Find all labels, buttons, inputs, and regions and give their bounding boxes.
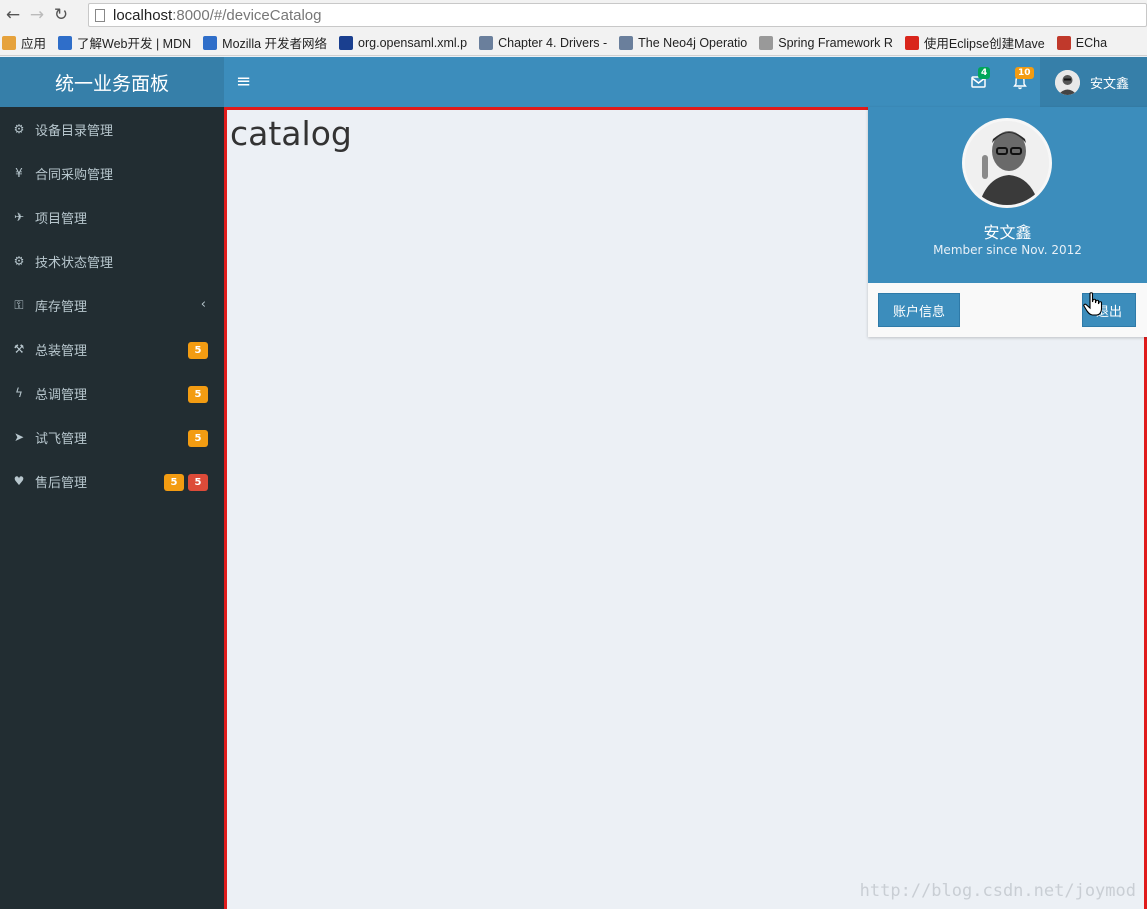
sidebar-item[interactable]: ♥ 售后管理 5 5 xyxy=(0,459,224,503)
avatar xyxy=(1055,69,1080,95)
gavel-icon: ⚒ xyxy=(13,342,25,356)
bookmark-favicon-icon xyxy=(339,35,354,50)
sidebar-item-label: 售后管理 xyxy=(35,475,88,491)
bookmark-label: The Neo4j Operatio xyxy=(638,35,748,50)
count-badge: 5 xyxy=(188,430,208,447)
count-badge: 5 xyxy=(164,474,184,491)
bookmark-item[interactable]: 了解Web开发 | MDN xyxy=(58,33,191,52)
cubes-icon: ⚙ xyxy=(13,122,25,136)
count-badge: 5 xyxy=(188,474,208,491)
plane-icon: ✈ xyxy=(13,210,25,224)
member-since: Member since Nov. 2012 xyxy=(933,243,1082,257)
bookmark-item[interactable]: ECha xyxy=(1056,35,1108,50)
sidebar-item[interactable]: ⚙ 技术状态管理 xyxy=(0,239,224,283)
sidebar-item[interactable]: ¥ 合同采购管理 xyxy=(0,151,224,195)
notifications-count-badge: 10 xyxy=(1015,67,1034,79)
bookmark-item[interactable]: The Neo4j Operatio xyxy=(619,35,748,50)
app-logo[interactable]: 统一业务面板 xyxy=(0,57,224,107)
bookmark-label: Chapter 4. Drivers - xyxy=(498,35,608,50)
bookmark-favicon-icon xyxy=(904,35,919,50)
page-icon xyxy=(95,8,105,22)
messages-button[interactable]: 4 xyxy=(960,57,996,107)
browser-toolbar: ← → ↻ localhost:8000/#/deviceCatalog xyxy=(0,0,1147,30)
count-badge: 5 xyxy=(188,386,208,403)
bookmark-favicon-icon xyxy=(58,35,73,50)
sidebar-item[interactable]: ϟ 总调管理 5 xyxy=(0,371,224,415)
bookmark-label: org.opensaml.xml.p xyxy=(358,35,468,50)
notifications-button[interactable]: 10 xyxy=(1002,57,1038,107)
sidebar-item[interactable]: ⚿ 库存管理 ‹ xyxy=(0,283,224,327)
hand-cursor-icon xyxy=(1083,292,1103,316)
address-bar[interactable]: localhost:8000/#/deviceCatalog xyxy=(88,3,1147,27)
profile-avatar xyxy=(962,118,1052,208)
bookmark-item[interactable]: Chapter 4. Drivers - xyxy=(479,35,608,50)
bookmark-label: Mozilla 开发者网络 xyxy=(222,37,328,51)
gears-icon: ⚙ xyxy=(13,254,25,268)
bookmark-favicon-icon xyxy=(479,35,494,50)
paper-plane-icon: ➤ xyxy=(13,430,25,444)
key-icon: ⚿ xyxy=(14,297,24,312)
profile-name: 安文鑫 xyxy=(983,223,1032,242)
sidebar-item-label: 总装管理 xyxy=(35,343,88,359)
bookmark-favicon-icon xyxy=(1056,35,1071,50)
page-title: catalog xyxy=(230,114,352,153)
bookmark-label: ECha xyxy=(1075,35,1108,50)
url-path: :8000/#/deviceCatalog xyxy=(172,6,322,24)
sidebar-toggle-icon[interactable]: ≡ xyxy=(236,71,254,93)
account-info-button[interactable]: 账户信息 xyxy=(878,293,960,327)
bookmark-label: 了解Web开发 | MDN xyxy=(77,37,192,51)
count-badge: 5 xyxy=(188,342,208,359)
app-header: 统一业务面板 ≡ 4 10 安文鑫 xyxy=(0,57,1147,107)
reload-button[interactable]: ↻ xyxy=(50,4,72,26)
sidebar-item-label: 试飞管理 xyxy=(35,431,88,447)
bookmark-item[interactable]: Mozilla 开发者网络 xyxy=(203,33,327,52)
sidebar-item[interactable]: ➤ 试飞管理 5 xyxy=(0,415,224,459)
watermark: http://blog.csdn.net/joymod xyxy=(859,881,1136,901)
sidebar: ⚙ 设备目录管理 ¥ 合同采购管理 ✈ 项目管理 ⚙ 技术状态管理 ⚿ 库存管理 ‹ ⚒ 总装管理 5 ϟ 总… xyxy=(0,107,224,909)
heartbeat-icon: ♥ xyxy=(13,474,25,488)
sidebar-item[interactable]: ⚒ 总装管理 5 xyxy=(0,327,224,371)
bookmark-item[interactable]: org.opensaml.xml.p xyxy=(339,35,468,50)
forward-button[interactable]: → xyxy=(26,4,48,26)
messages-count-badge: 4 xyxy=(978,67,991,79)
bookmark-favicon-icon xyxy=(2,35,16,50)
bolt-icon: ϟ xyxy=(15,386,23,400)
sidebar-item-label: 设备目录管理 xyxy=(35,123,114,139)
sidebar-item-label: 库存管理 xyxy=(35,299,88,315)
user-account-button[interactable]: 安文鑫 xyxy=(1040,57,1147,107)
sidebar-item-label: 总调管理 xyxy=(35,387,88,403)
user-menu-footer: 账户信息 退出 xyxy=(868,283,1147,337)
yen-icon: ¥ xyxy=(15,166,23,180)
sidebar-item-label: 技术状态管理 xyxy=(35,255,114,271)
sidebar-item-label: 合同采购管理 xyxy=(35,167,114,183)
bookmark-label: 应用 xyxy=(21,37,47,51)
bookmark-favicon-icon xyxy=(203,35,218,50)
bookmark-label: 使用Eclipse创建Mave xyxy=(923,37,1045,51)
bookmarks-bar: 应用 了解Web开发 | MDN Mozilla 开发者网络 org.opensaml… xyxy=(0,30,1147,56)
bookmark-label: Spring Framework R xyxy=(778,35,893,50)
bookmark-item[interactable]: 应用 xyxy=(2,33,46,52)
bookmark-item[interactable]: Spring Framework R xyxy=(759,35,893,50)
sidebar-item[interactable]: ⚙ 设备目录管理 xyxy=(0,107,224,151)
bookmark-favicon-icon xyxy=(759,35,774,50)
back-button[interactable]: ← xyxy=(2,4,24,26)
bookmark-item[interactable]: 使用Eclipse创建Mave xyxy=(904,33,1045,52)
sidebar-item[interactable]: ✈ 项目管理 xyxy=(0,195,224,239)
user-name: 安文鑫 xyxy=(1090,76,1130,92)
url-host: localhost xyxy=(113,6,173,24)
chevron-left-icon: ‹ xyxy=(200,297,206,312)
user-profile-header: 安文鑫 Member since Nov. 2012 xyxy=(868,107,1147,283)
user-dropdown-menu: 安文鑫 Member since Nov. 2012 账户信息 退出 xyxy=(868,107,1147,337)
sidebar-item-label: 项目管理 xyxy=(35,211,88,227)
bookmark-favicon-icon xyxy=(619,35,634,50)
